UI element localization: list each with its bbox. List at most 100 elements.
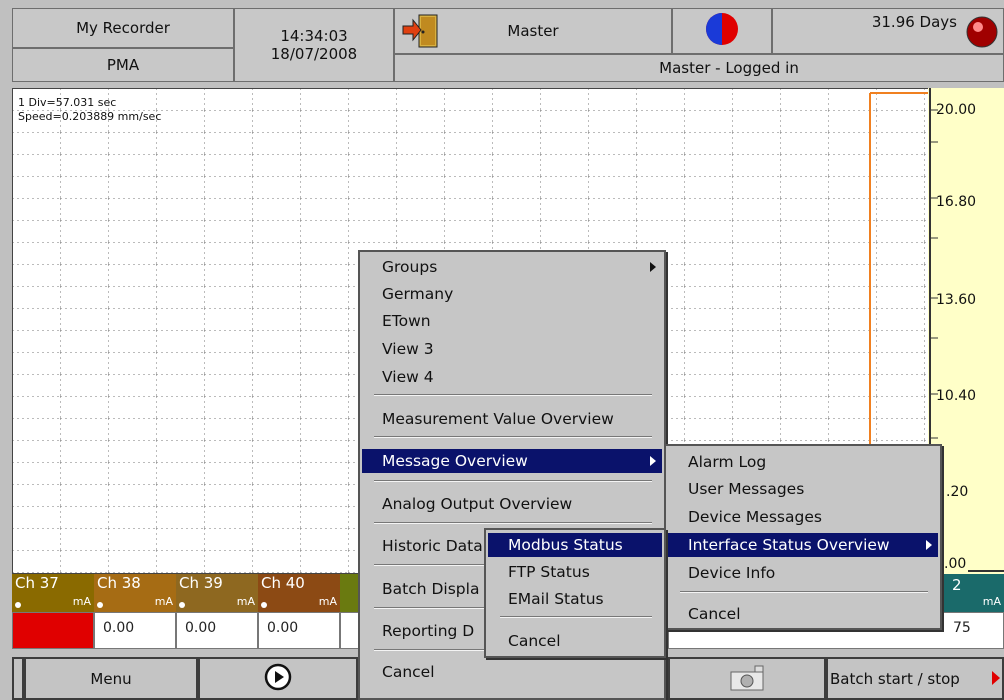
scale-tick: 20.00 [936, 102, 977, 118]
login-status: Master - Logged in [394, 54, 1004, 82]
menu-item-label: Cancel [688, 605, 741, 623]
menu-item-label: EMail Status [508, 590, 604, 608]
menu-item-label: Device Info [688, 564, 776, 582]
menu-item-cancel[interactable]: Cancel [668, 602, 938, 626]
play-icon [264, 663, 292, 695]
channel-name: Ch 39 [179, 574, 223, 592]
batch-label: Batch start / stop [830, 669, 960, 688]
channel-value-text: 75 [953, 620, 971, 636]
menu-item-label: View 3 [382, 340, 434, 358]
scale-tick: 13.60 [936, 292, 977, 308]
division-info: 1 Div=57.031 sec [18, 96, 117, 109]
menu-item-device-messages[interactable]: Device Messages [668, 505, 938, 529]
submenu-arrow-icon [650, 456, 656, 466]
disk-usage-panel [672, 8, 772, 54]
channel-40[interactable]: Ch 40 mA [258, 574, 340, 612]
channel-dot-icon [15, 602, 21, 608]
menu-item-measurement-value-overview[interactable]: Measurement Value Overview [362, 407, 662, 431]
menu-item-germany[interactable]: Germany [362, 282, 662, 306]
channel-partial[interactable] [340, 574, 360, 612]
next-arrow-icon [992, 671, 1000, 685]
channel-name: Ch 38 [97, 574, 141, 592]
remaining-time-panel: 31.96 Days [772, 8, 1004, 54]
menu-item-label: FTP Status [508, 563, 590, 581]
scale-tick: 10.40 [936, 388, 977, 404]
menu-item-user-messages[interactable]: User Messages [668, 477, 938, 501]
channel-dot-icon [179, 602, 185, 608]
channel-37[interactable]: Ch 37 mA [12, 574, 94, 612]
menu-item-view-3[interactable]: View 3 [362, 337, 662, 361]
channel-dot-icon [97, 602, 103, 608]
menu-item-label: ETown [382, 312, 431, 330]
menu-item-label: Cancel [382, 663, 435, 681]
bottom-left-edge [12, 657, 24, 700]
batch-start-stop-button[interactable]: Batch start / stop [826, 657, 1004, 700]
interface-status-submenu: Modbus Status FTP Status EMail Status Ca… [484, 528, 666, 658]
channel-name: Ch 40 [261, 574, 305, 592]
menu-item-email-status[interactable]: EMail Status [488, 587, 662, 611]
menu-item-label: Cancel [508, 632, 561, 650]
message-overview-submenu: Alarm Log User Messages Device Messages … [664, 444, 942, 630]
scale-tick: .00 [944, 556, 967, 572]
remaining-time: 31.96 Days [871, 13, 957, 31]
menu-item-alarm-log[interactable]: Alarm Log [668, 450, 938, 474]
camera-icon [725, 662, 769, 696]
menu-button-label: Menu [90, 669, 132, 688]
channel-unit: mA [236, 595, 255, 608]
group-name: PMA [12, 48, 234, 82]
channel-name: Ch 37 [15, 574, 59, 592]
channel-name: 2 [952, 576, 962, 594]
menu-item-modbus-status[interactable]: Modbus Status [488, 533, 662, 557]
channel-38[interactable]: Ch 38 mA [94, 574, 176, 612]
menu-item-device-info[interactable]: Device Info [668, 561, 938, 585]
logout-door-icon[interactable] [401, 13, 441, 49]
play-button[interactable] [198, 657, 358, 700]
camera-button[interactable] [668, 657, 826, 700]
menu-separator [374, 522, 652, 524]
channel-unit: mA [72, 595, 91, 608]
menu-item-label: Measurement Value Overview [382, 410, 614, 428]
menu-button[interactable]: Menu [24, 657, 198, 700]
menu-item-etown[interactable]: ETown [362, 309, 662, 333]
menu-item-view-4[interactable]: View 4 [362, 365, 662, 389]
channel-unit: mA [154, 595, 173, 608]
channel-right[interactable]: 2 mA [940, 574, 1004, 612]
channel-38-value: 0.00 [94, 612, 176, 649]
channel-39[interactable]: Ch 39 mA [176, 574, 258, 612]
clock-panel: 14:34:03 18/07/2008 [234, 8, 394, 82]
menu-item-label: User Messages [688, 480, 805, 498]
speed-info: Speed=0.203889 mm/sec [18, 110, 162, 123]
user-panel[interactable]: Master [394, 8, 672, 54]
menu-item-message-overview[interactable]: Message Overview [362, 449, 662, 473]
menu-item-cancel[interactable]: Cancel [488, 629, 662, 653]
menu-item-label: Reporting D [382, 622, 475, 640]
menu-item-label: View 4 [382, 368, 434, 386]
menu-item-label: Groups [382, 258, 438, 276]
clock-time: 14:34:03 [280, 27, 348, 45]
group-name-text: PMA [106, 56, 140, 74]
menu-item-cancel[interactable]: Cancel [362, 660, 662, 684]
channel-37-value [12, 612, 94, 649]
channel-39-value: 0.00 [176, 612, 258, 649]
menu-separator [500, 616, 652, 618]
menu-item-label: Germany [382, 285, 454, 303]
recorder-name: My Recorder [12, 8, 234, 48]
menu-item-interface-status-overview[interactable]: Interface Status Overview [668, 533, 938, 557]
menu-item-label: Device Messages [688, 508, 822, 526]
menu-separator [374, 480, 652, 482]
menu-item-label: Interface Status Overview [688, 536, 890, 554]
menu-separator [374, 436, 652, 438]
channel-dot-icon [261, 602, 267, 608]
recorder-name-text: My Recorder [76, 19, 170, 37]
menu-item-groups[interactable]: Groups [362, 255, 662, 279]
menu-item-label: Message Overview [382, 452, 528, 470]
menu-item-label: Analog Output Overview [382, 495, 573, 513]
menu-item-analog-output-overview[interactable]: Analog Output Overview [362, 492, 662, 516]
clock-date: 18/07/2008 [270, 45, 358, 63]
channel-partial-value [340, 612, 360, 649]
menu-item-ftp-status[interactable]: FTP Status [488, 560, 662, 584]
menu-separator [680, 591, 928, 593]
alarm-lamp-icon [965, 15, 999, 53]
submenu-arrow-icon [650, 262, 656, 272]
scale-tick: 16.80 [936, 194, 977, 210]
